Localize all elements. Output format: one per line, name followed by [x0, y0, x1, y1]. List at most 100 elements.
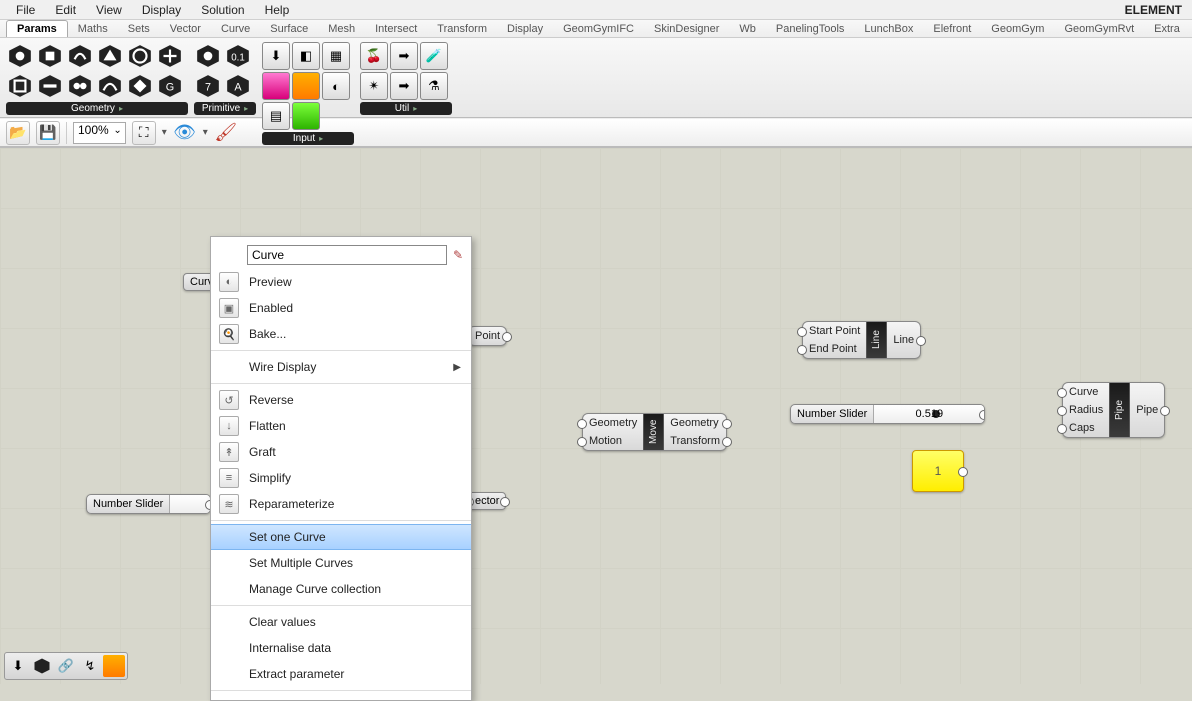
- input-icon[interactable]: ◐: [322, 72, 350, 100]
- geom-icon[interactable]: [156, 42, 184, 70]
- geom-icon[interactable]: [126, 42, 154, 70]
- prim-icon[interactable]: 0.1: [224, 42, 252, 70]
- palette-icon[interactable]: [31, 655, 53, 677]
- pipe-in-caps[interactable]: Caps: [1063, 419, 1109, 437]
- util-icon[interactable]: 🍒: [360, 42, 388, 70]
- menu-solution[interactable]: Solution: [191, 1, 254, 19]
- panel[interactable]: 1: [912, 450, 964, 492]
- line-in-start[interactable]: Start Point: [803, 322, 866, 340]
- prim-icon[interactable]: [194, 42, 222, 70]
- geom-icon[interactable]: [66, 72, 94, 100]
- palette-icon[interactable]: [103, 655, 125, 677]
- util-icon[interactable]: ➡: [390, 42, 418, 70]
- dropdown-caret[interactable]: ▾: [162, 127, 167, 138]
- number-slider-2[interactable]: Number Slider 0.519: [790, 404, 985, 424]
- move-in-geometry[interactable]: Geometry: [583, 414, 643, 432]
- geom-icon[interactable]: [66, 42, 94, 70]
- tab-vector[interactable]: Vector: [160, 21, 211, 37]
- point-component[interactable]: Point: [468, 326, 507, 346]
- tab-transform[interactable]: Transform: [427, 21, 497, 37]
- menu-edit[interactable]: Edit: [45, 1, 86, 19]
- geom-icon[interactable]: [126, 72, 154, 100]
- tab-curve[interactable]: Curve: [211, 21, 260, 37]
- context-search-input[interactable]: [247, 245, 447, 265]
- move-component[interactable]: Geometry Motion Move Geometry Transform: [582, 413, 727, 451]
- context-item[interactable]: ◐Preview: [211, 269, 471, 295]
- context-item[interactable]: ▣Enabled: [211, 295, 471, 321]
- pipe-out[interactable]: Pipe: [1130, 401, 1164, 419]
- context-item[interactable]: ≋Reparameterize: [211, 491, 471, 517]
- input-icon[interactable]: ▤: [262, 102, 290, 130]
- group-label-primitive[interactable]: Primitive: [194, 102, 256, 115]
- line-in-end[interactable]: End Point: [803, 340, 866, 358]
- menu-help[interactable]: Help: [255, 1, 300, 19]
- input-icon[interactable]: ▦: [322, 42, 350, 70]
- context-item[interactable]: Wire Display▶: [211, 354, 471, 380]
- tab-sets[interactable]: Sets: [118, 21, 160, 37]
- group-label-util[interactable]: Util: [360, 102, 452, 115]
- tab-mesh[interactable]: Mesh: [318, 21, 365, 37]
- util-icon[interactable]: ➡: [390, 72, 418, 100]
- tab-maths[interactable]: Maths: [68, 21, 118, 37]
- tab-lunchbox[interactable]: LunchBox: [854, 21, 923, 37]
- util-icon[interactable]: 🧪: [420, 42, 448, 70]
- canvas[interactable]: Curv Point Number Slider ector Geometry …: [0, 148, 1192, 684]
- context-item[interactable]: Set one Curve: [211, 524, 471, 550]
- sketch-button[interactable]: 🖌: [214, 121, 238, 145]
- context-item[interactable]: ≡Simplify: [211, 465, 471, 491]
- util-icon[interactable]: ⚗: [420, 72, 448, 100]
- group-label-geometry[interactable]: Geometry: [6, 102, 188, 115]
- geom-icon[interactable]: G: [156, 72, 184, 100]
- palette-icon[interactable]: ⬇: [7, 655, 29, 677]
- pipe-component[interactable]: Curve Radius Caps Pipe Pipe: [1062, 382, 1165, 438]
- tab-wb[interactable]: Wb: [729, 21, 766, 37]
- geom-icon[interactable]: [36, 42, 64, 70]
- slider-track[interactable]: [170, 495, 210, 513]
- tab-geomgymifc[interactable]: GeomGymIFC: [553, 21, 644, 37]
- context-item[interactable]: 🍳Bake...: [211, 321, 471, 347]
- input-icon[interactable]: [292, 102, 320, 130]
- open-button[interactable]: 📂: [6, 121, 30, 145]
- menu-display[interactable]: Display: [132, 1, 191, 19]
- geom-icon[interactable]: [96, 42, 124, 70]
- tab-surface[interactable]: Surface: [260, 21, 318, 37]
- menu-view[interactable]: View: [86, 1, 132, 19]
- vector-component[interactable]: ector: [468, 492, 506, 510]
- pipe-in-curve[interactable]: Curve: [1063, 383, 1109, 401]
- move-out-transform[interactable]: Transform: [664, 432, 726, 450]
- palette-icon[interactable]: ↯: [79, 655, 101, 677]
- menu-file[interactable]: File: [6, 1, 45, 19]
- number-slider-1[interactable]: Number Slider: [86, 494, 211, 514]
- prim-icon[interactable]: A: [224, 72, 252, 100]
- tab-display[interactable]: Display: [497, 21, 553, 37]
- preview-toggle-button[interactable]: 👁: [173, 121, 197, 145]
- move-out-geometry[interactable]: Geometry: [664, 414, 726, 432]
- geom-icon[interactable]: [96, 72, 124, 100]
- input-icon[interactable]: ⬇: [262, 42, 290, 70]
- context-item[interactable]: Manage Curve collection: [211, 576, 471, 602]
- palette-icon[interactable]: 🔗: [55, 655, 77, 677]
- tab-skindesigner[interactable]: SkinDesigner: [644, 21, 729, 37]
- zoom-select[interactable]: 100%: [73, 122, 126, 144]
- move-in-motion[interactable]: Motion: [583, 432, 643, 450]
- input-icon[interactable]: ◧: [292, 42, 320, 70]
- util-icon[interactable]: ✴: [360, 72, 388, 100]
- input-icon[interactable]: [292, 72, 320, 100]
- context-item[interactable]: ↓Flatten: [211, 413, 471, 439]
- slider-track[interactable]: 0.519: [874, 405, 984, 423]
- context-item[interactable]: Internalise data: [211, 635, 471, 661]
- tab-extra[interactable]: Extra: [1144, 21, 1190, 37]
- tab-geomgym[interactable]: GeomGym: [981, 21, 1054, 37]
- tab-intersect[interactable]: Intersect: [365, 21, 427, 37]
- line-component[interactable]: Start Point End Point Line Line: [802, 321, 921, 359]
- zoom-extents-button[interactable]: ⛶: [132, 121, 156, 145]
- pipe-in-radius[interactable]: Radius: [1063, 401, 1109, 419]
- geom-icon[interactable]: [6, 42, 34, 70]
- context-item[interactable]: Set Multiple Curves: [211, 550, 471, 576]
- group-label-input[interactable]: Input: [262, 132, 354, 145]
- tab-params[interactable]: Params: [6, 20, 68, 37]
- geom-icon[interactable]: [6, 72, 34, 100]
- point-output[interactable]: Point: [469, 327, 506, 345]
- dropdown-caret[interactable]: ▾: [203, 127, 208, 138]
- line-out[interactable]: Line: [887, 331, 920, 349]
